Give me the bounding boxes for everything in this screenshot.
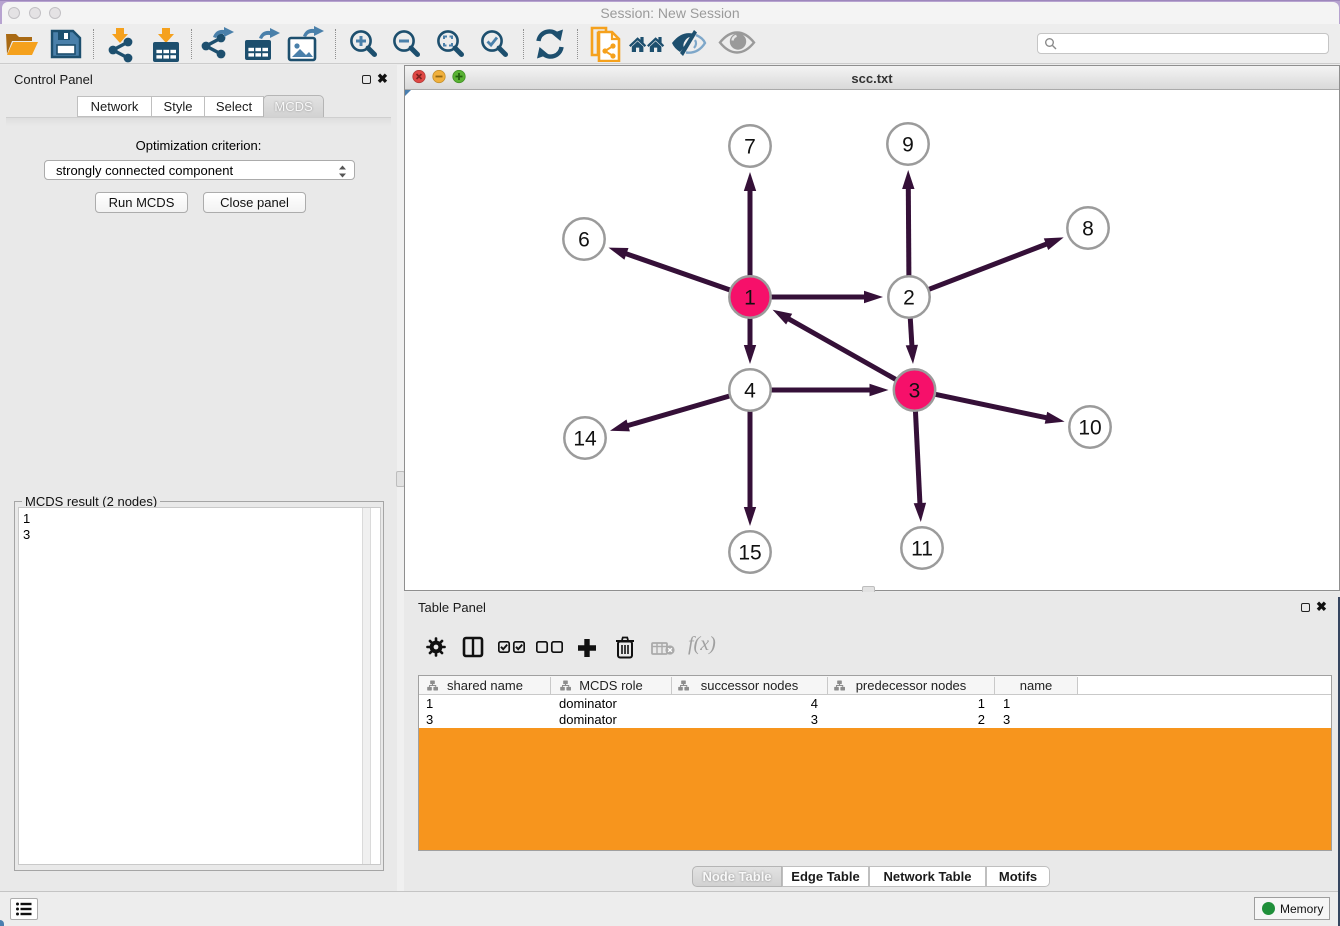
svg-text:1: 1: [744, 286, 756, 309]
svg-text:14: 14: [573, 427, 597, 450]
svg-text:11: 11: [911, 537, 933, 560]
svg-text:4: 4: [744, 379, 756, 402]
svg-text:10: 10: [1078, 416, 1101, 439]
svg-text:3: 3: [909, 379, 921, 402]
svg-text:2: 2: [903, 286, 915, 309]
svg-text:8: 8: [1082, 217, 1094, 240]
svg-text:6: 6: [578, 228, 590, 251]
svg-text:15: 15: [738, 541, 761, 564]
svg-text:9: 9: [902, 133, 914, 156]
svg-text:7: 7: [744, 135, 756, 158]
